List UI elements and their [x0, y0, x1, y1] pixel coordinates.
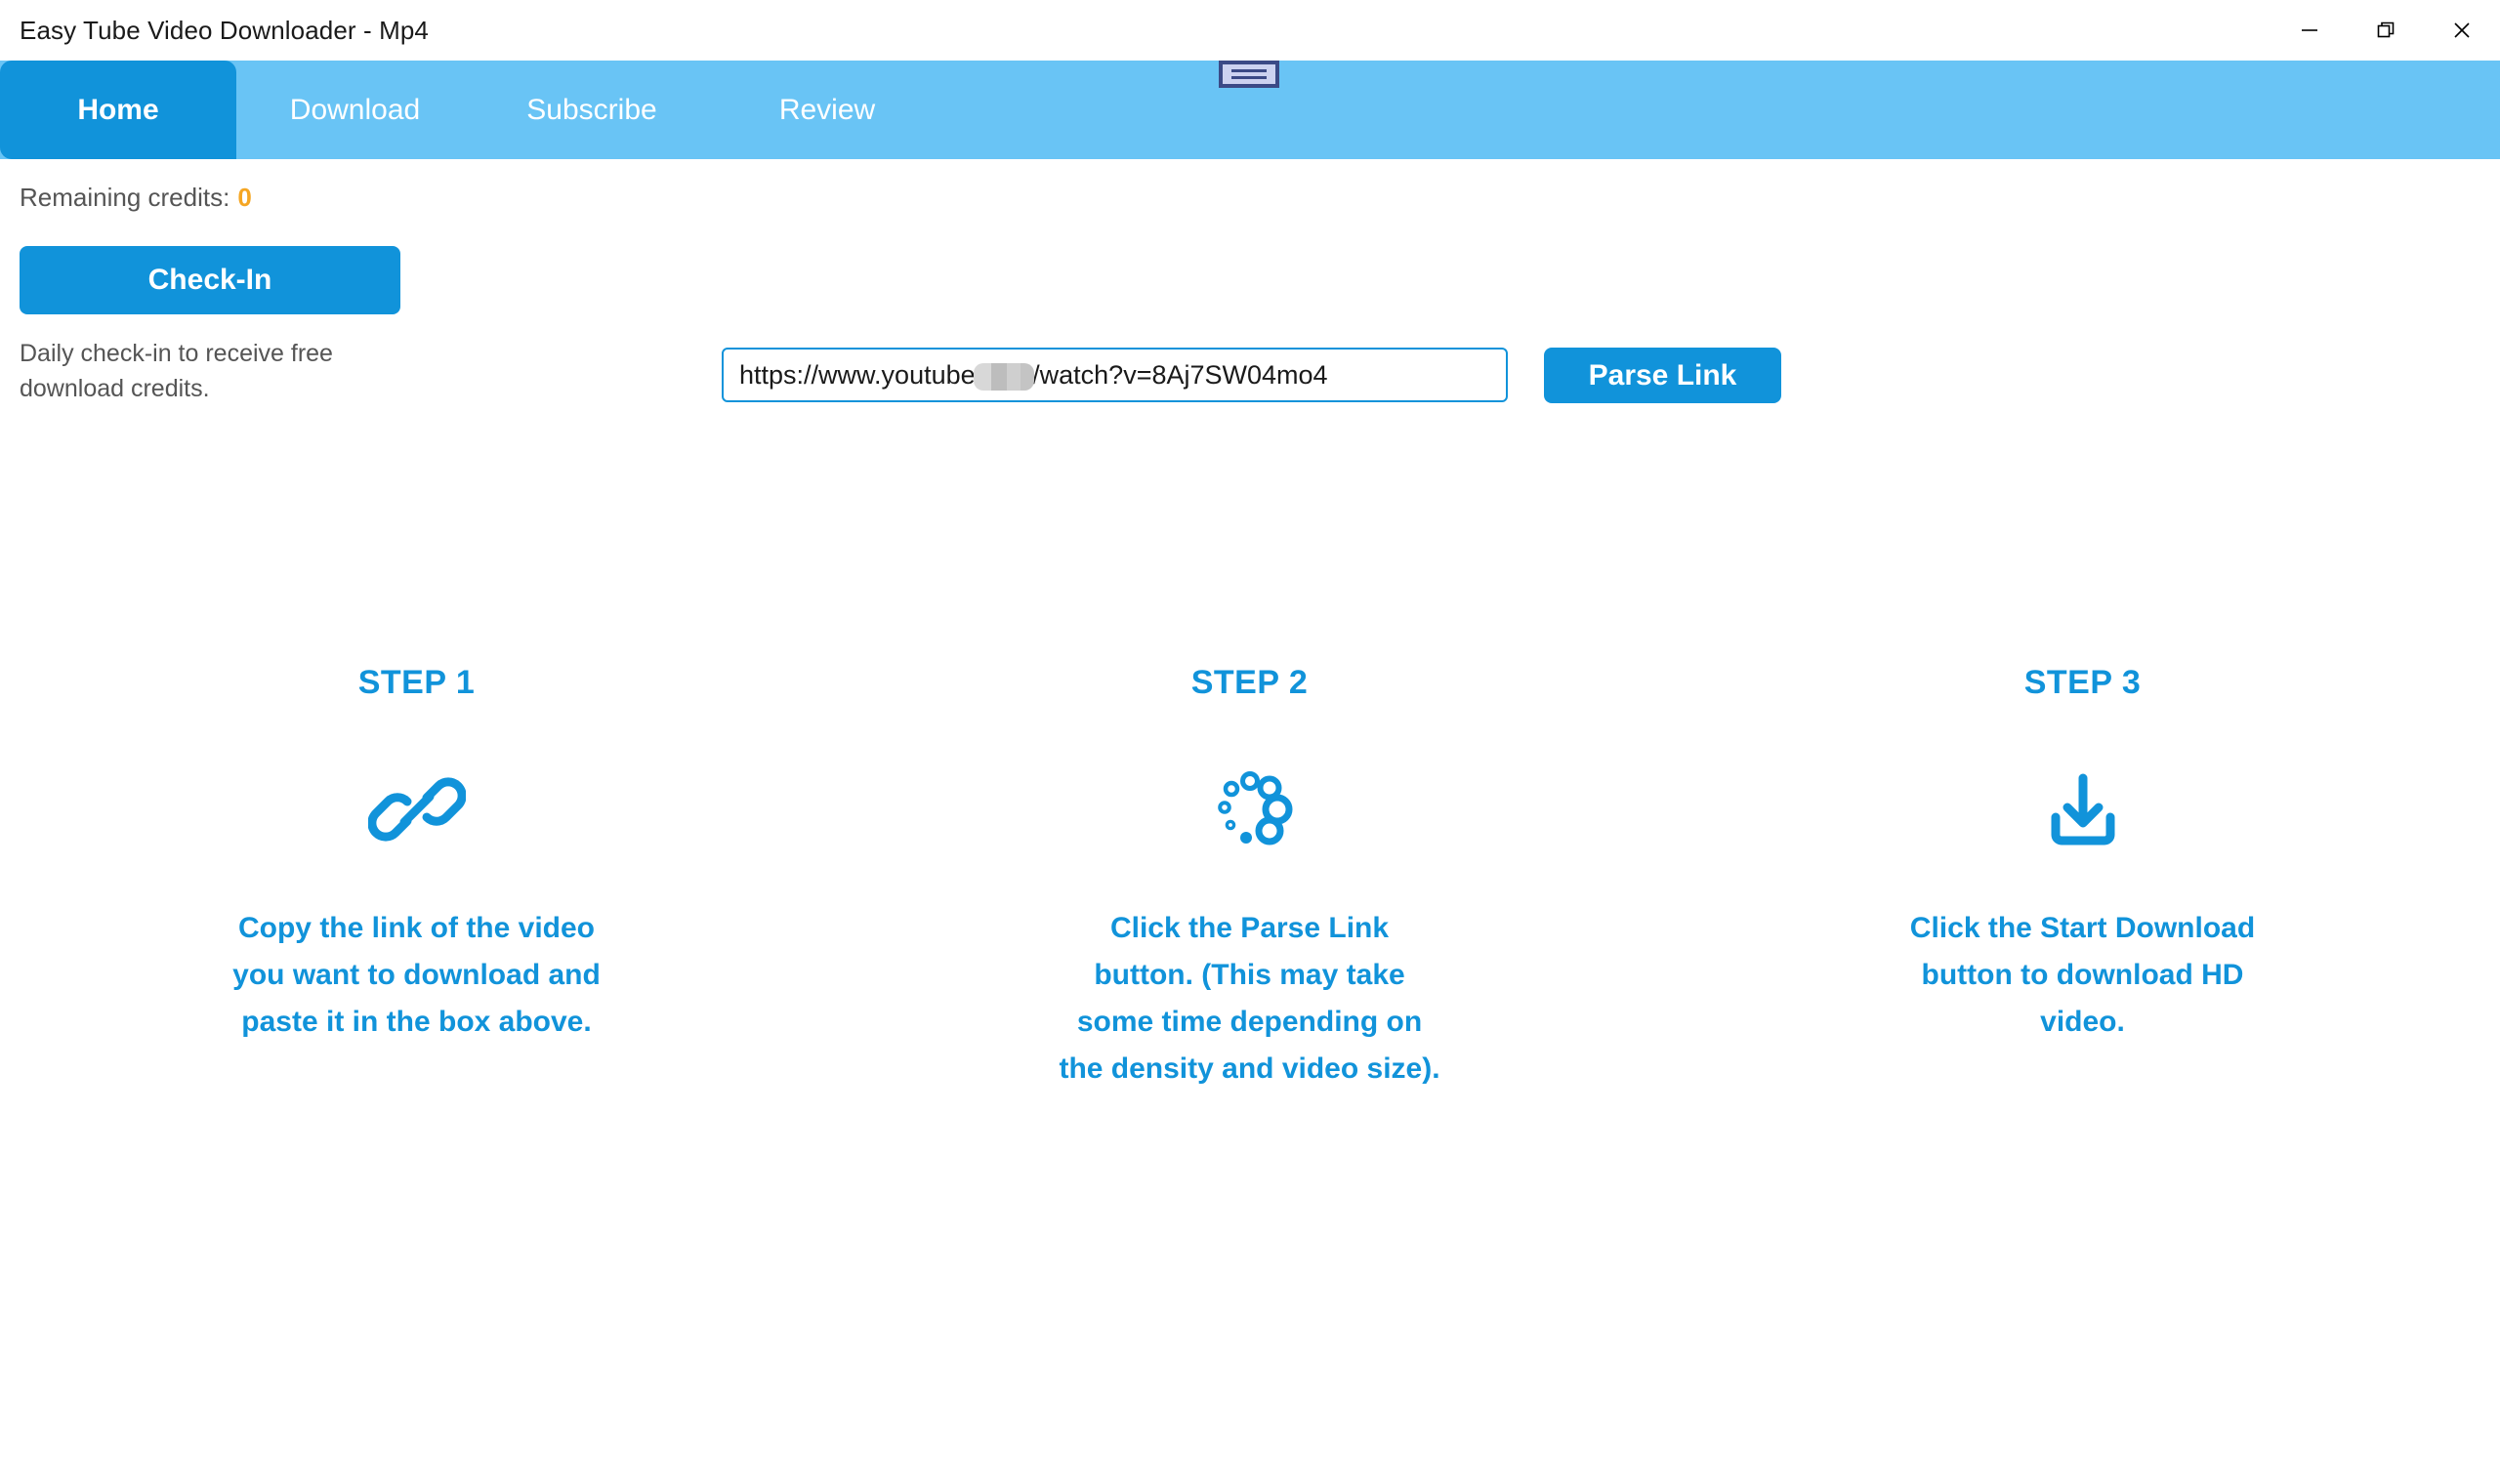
- minimize-icon: [2299, 20, 2320, 41]
- restore-button[interactable]: [2348, 0, 2424, 61]
- step-1-text: Copy the link of the video you want to d…: [232, 912, 601, 1038]
- nav-tab-list: Home Download Subscribe Review: [0, 61, 944, 159]
- step-3: STEP 3 Click the Start Download button t…: [1666, 664, 2499, 1092]
- parse-link-button[interactable]: Parse Link: [1544, 348, 1781, 403]
- check-in-description: Daily check-in to receive free download …: [20, 340, 333, 402]
- restore-icon: [2375, 20, 2396, 41]
- steps-section: STEP 1 Copy the link of the video you wa…: [0, 664, 2500, 1092]
- video-url-input[interactable]: [722, 348, 1508, 402]
- link-chain-icon: [367, 751, 466, 868]
- window-title: Easy Tube Video Downloader - Mp4: [20, 15, 429, 45]
- title-bar: Easy Tube Video Downloader - Mp4: [0, 0, 2500, 61]
- window-controls: [2271, 0, 2500, 61]
- remaining-credits-label: Remaining credits:: [20, 183, 230, 212]
- menu-line: [1231, 76, 1267, 79]
- menu-widget-icon[interactable]: [1219, 61, 1279, 88]
- tab-subscribe[interactable]: Subscribe: [474, 61, 710, 159]
- remaining-credits-value: 0: [237, 183, 252, 212]
- step-2-title: STEP 2: [1190, 664, 1309, 701]
- tab-review[interactable]: Review: [710, 61, 944, 159]
- download-tray-icon: [2034, 751, 2132, 868]
- minimize-button[interactable]: [2271, 0, 2348, 61]
- step-2: STEP 2 Click the Parse Link button. (Thi…: [833, 664, 1666, 1092]
- step-1: STEP 1 Copy the link of the video you wa…: [0, 664, 833, 1092]
- check-in-button[interactable]: Check-In: [20, 246, 400, 314]
- loading-spinner-icon: [1201, 751, 1299, 868]
- step-3-text: Click the Start Download button to downl…: [1909, 912, 2256, 1038]
- tab-home[interactable]: Home: [0, 61, 236, 159]
- close-icon: [2451, 20, 2473, 41]
- remaining-credits: Remaining credits: 0: [20, 183, 252, 213]
- menu-line: [1231, 69, 1267, 72]
- step-2-text: Click the Parse Link button. (This may t…: [1059, 912, 1440, 1085]
- close-button[interactable]: [2424, 0, 2500, 61]
- step-3-title: STEP 3: [2023, 664, 2142, 701]
- step-1-title: STEP 1: [357, 664, 476, 701]
- tab-download[interactable]: Download: [236, 61, 474, 159]
